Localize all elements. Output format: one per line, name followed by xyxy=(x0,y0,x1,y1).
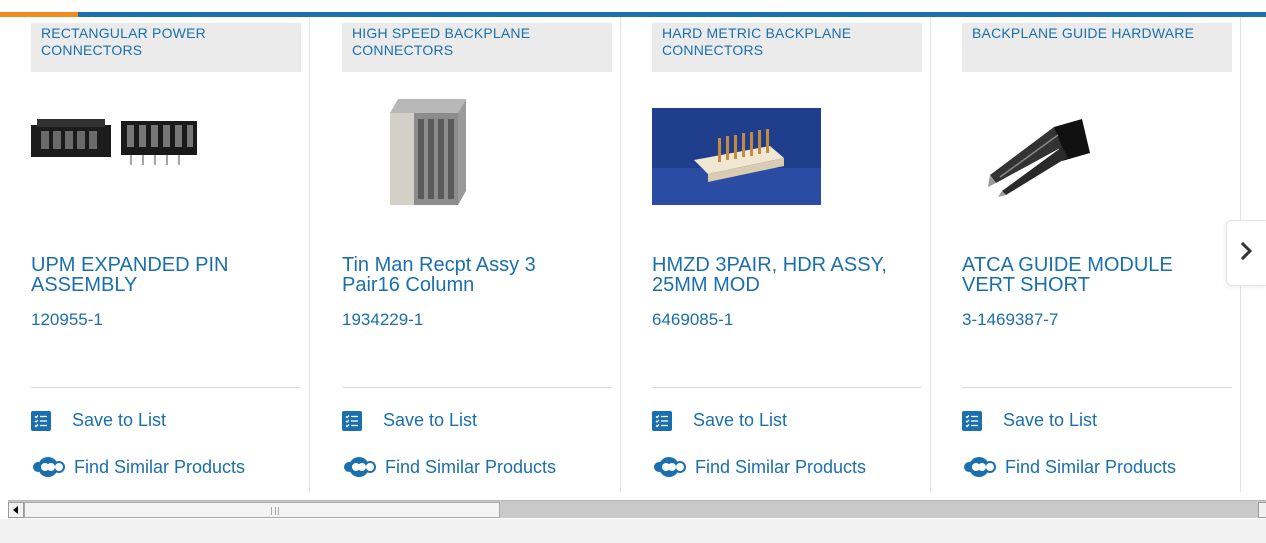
save-to-list-button[interactable]: Save to List xyxy=(652,410,787,431)
find-similar-label: Find Similar Products xyxy=(695,456,867,477)
save-to-list-label: Save to List xyxy=(383,410,478,430)
gear-search-icon xyxy=(962,455,997,479)
product-part-number[interactable]: 6469085-1 xyxy=(652,310,733,330)
product-image[interactable] xyxy=(342,95,512,205)
save-to-list-button[interactable]: Save to List xyxy=(962,410,1097,431)
product-part-number[interactable]: 120955-1 xyxy=(31,310,103,330)
product-part-number[interactable]: 3-1469387-7 xyxy=(962,310,1058,330)
product-category[interactable]: HIGH SPEED BACKPLANE CONNECTORS xyxy=(342,23,612,72)
save-to-list-button[interactable]: Save to List xyxy=(31,410,166,431)
divider xyxy=(652,387,922,388)
product-category[interactable]: RECTANGULAR POWER CONNECTORS xyxy=(31,23,301,72)
find-similar-label: Find Similar Products xyxy=(385,456,557,477)
carousel-next-button[interactable] xyxy=(1226,220,1266,286)
divider xyxy=(342,387,612,388)
scroll-right-button[interactable] xyxy=(1258,502,1266,518)
checklist-icon xyxy=(31,410,51,431)
product-title-link[interactable]: UPM EXPANDED PIN ASSEMBLY xyxy=(31,255,281,295)
product-card: HIGH SPEED BACKPLANE CONNECTORS Tin Man … xyxy=(311,17,621,492)
find-similar-label: Find Similar Products xyxy=(74,456,246,477)
product-category[interactable]: BACKPLANE GUIDE HARDWARE xyxy=(962,23,1232,72)
product-image[interactable] xyxy=(652,108,821,205)
product-carousel: RECTANGULAR POWER CONNECTORS UPM EXPANDE… xyxy=(0,17,1266,492)
scrollbar-thumb[interactable] xyxy=(24,502,500,518)
chevron-right-icon xyxy=(1240,241,1254,265)
horizontal-scrollbar[interactable] xyxy=(8,500,1266,518)
checklist-icon xyxy=(652,410,672,431)
save-to-list-label: Save to List xyxy=(693,410,788,430)
product-title-link[interactable]: HMZD 3PAIR, HDR ASSY, 25MM MOD xyxy=(652,255,902,295)
product-card: BACKPLANE GUIDE HARDWARE ATCA GUIDE MODU… xyxy=(931,17,1241,492)
product-title-link[interactable]: ATCA GUIDE MODULE VERT SHORT xyxy=(962,255,1212,295)
product-image[interactable] xyxy=(31,95,201,205)
product-category[interactable]: HARD METRIC BACKPLANE CONNECTORS xyxy=(652,23,922,72)
gear-search-icon xyxy=(31,455,66,479)
save-to-list-button[interactable]: Save to List xyxy=(342,410,477,431)
page-footer-area xyxy=(0,519,1266,543)
find-similar-button[interactable]: Find Similar Products xyxy=(342,455,556,479)
save-to-list-label: Save to List xyxy=(72,410,167,430)
product-image[interactable] xyxy=(962,95,1132,205)
find-similar-button[interactable]: Find Similar Products xyxy=(962,455,1176,479)
scroll-left-button[interactable] xyxy=(8,502,24,518)
product-part-number[interactable]: 1934229-1 xyxy=(342,310,423,330)
product-title-link[interactable]: Tin Man Recpt Assy 3 Pair16 Column xyxy=(342,255,592,295)
save-to-list-label: Save to List xyxy=(1003,410,1098,430)
gear-search-icon xyxy=(652,455,687,479)
divider xyxy=(31,387,301,388)
find-similar-button[interactable]: Find Similar Products xyxy=(31,455,245,479)
product-card: RECTANGULAR POWER CONNECTORS UPM EXPANDE… xyxy=(0,17,310,492)
divider xyxy=(962,387,1232,388)
find-similar-button[interactable]: Find Similar Products xyxy=(652,455,866,479)
gear-search-icon xyxy=(342,455,377,479)
scrollbar-grip xyxy=(271,507,279,515)
checklist-icon xyxy=(962,410,982,431)
checklist-icon xyxy=(342,410,362,431)
find-similar-label: Find Similar Products xyxy=(1005,456,1177,477)
product-card: HARD METRIC BACKPLANE CONNECTORS HMZD 3P… xyxy=(621,17,931,492)
